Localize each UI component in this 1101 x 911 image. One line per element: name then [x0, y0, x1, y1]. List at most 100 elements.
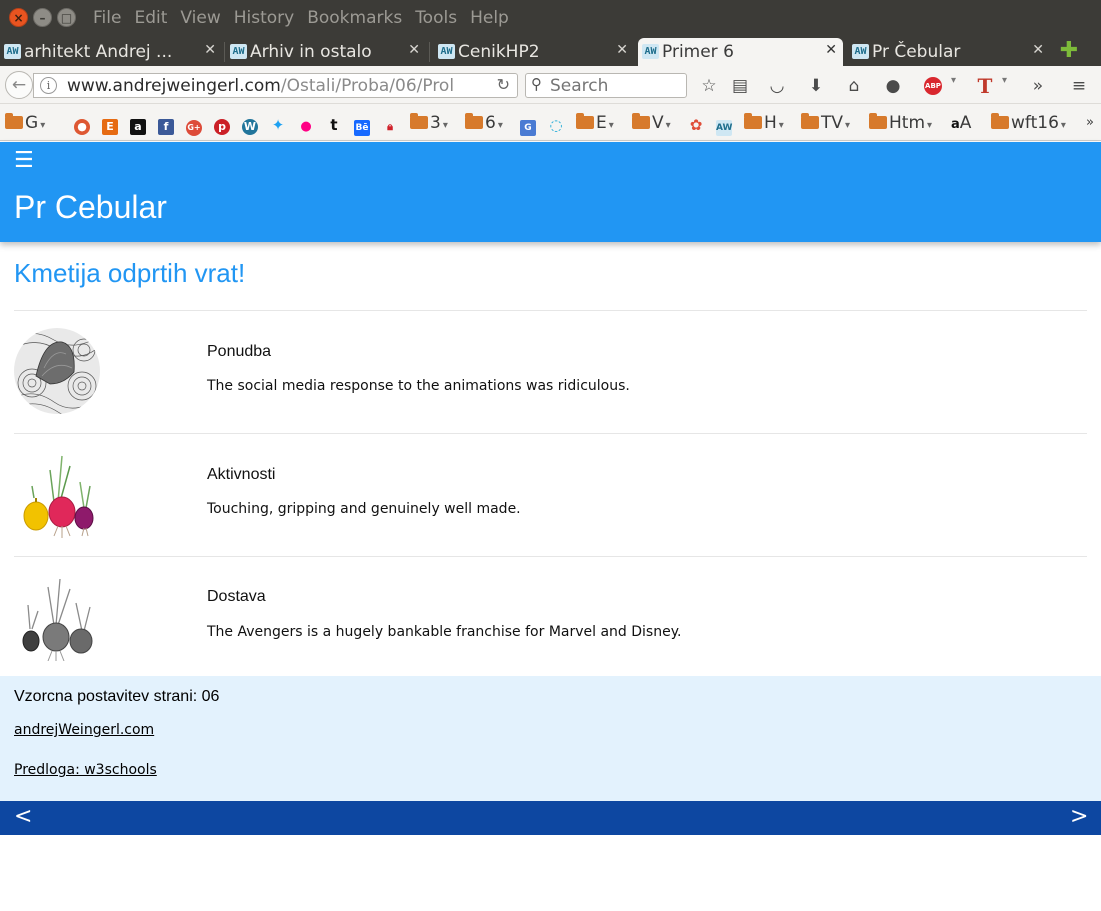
bookmark-folder-3[interactable]: 3 ▾	[410, 113, 448, 133]
pocket-icon[interactable]: ◡	[766, 75, 788, 97]
home-icon[interactable]: ⌂	[843, 75, 865, 97]
bookmark-label: Htm	[889, 113, 926, 133]
tab-separator	[429, 42, 430, 62]
menu-edit[interactable]: Edit	[134, 8, 167, 28]
item-text: The social media response to the animati…	[207, 378, 630, 394]
bookmark-folder-6[interactable]: 6 ▾	[465, 113, 503, 133]
menu-help[interactable]: Help	[470, 8, 509, 28]
translate-t-icon[interactable]: T	[974, 75, 996, 97]
item-title: Ponudba	[207, 343, 272, 360]
menu-view[interactable]: View	[180, 8, 220, 28]
bookmark-facebook[interactable]: f	[158, 113, 174, 135]
window-minimize-button[interactable]: –	[33, 8, 52, 27]
site-title: Pr Cebular	[14, 189, 167, 225]
bookmark-folder-tv[interactable]: TV ▾	[801, 113, 850, 133]
search-icon: ⚲	[531, 75, 542, 93]
bookmark-pinterest[interactable]: p	[214, 113, 230, 135]
page-footer: Vzorcna postavitev strani: 06 andrejWein…	[0, 676, 1101, 801]
search-input[interactable]	[550, 75, 680, 96]
bookmark-behance[interactable]: Bē	[354, 113, 370, 136]
tab-close-icon[interactable]: ✕	[616, 42, 628, 58]
window-close-button[interactable]: ×	[9, 8, 28, 27]
bookmark-star-icon[interactable]: ☆	[698, 75, 720, 97]
translate-icon: G	[520, 120, 536, 136]
bookmark-amazon[interactable]: a	[130, 113, 146, 135]
tab-arhiv[interactable]: AW Arhiv in ostalo ✕	[226, 38, 426, 66]
bookmark-google-plus[interactable]: G+	[186, 113, 202, 136]
folder-icon	[869, 113, 887, 129]
onions-color-image	[23, 455, 94, 538]
next-arrow-button[interactable]: >	[1070, 804, 1088, 829]
chevron-down-icon: ▾	[845, 120, 851, 131]
bookmark-folder-h[interactable]: H ▾	[744, 113, 784, 133]
onions-gray-image	[22, 578, 93, 661]
chevron-down-icon[interactable]: ▾	[1002, 75, 1007, 86]
tab-close-icon[interactable]: ✕	[204, 42, 216, 58]
menu-history[interactable]: History	[234, 8, 294, 28]
bookmark-folder-wft16[interactable]: wft16 ▾	[991, 113, 1066, 133]
page-headline: Kmetija odprtih vrat!	[14, 258, 246, 288]
bookmark-circle[interactable]: ◌	[548, 113, 564, 133]
bookmark-twitter[interactable]: ✦	[270, 113, 286, 133]
footer-link-site[interactable]: andrejWeingerl.com	[14, 722, 154, 738]
reload-icon[interactable]: ↻	[497, 75, 510, 94]
bookmark-lock[interactable]: 🔒︎	[382, 113, 398, 133]
chevron-down-icon: ▾	[665, 120, 671, 131]
back-arrow-icon[interactable]: ←	[5, 71, 33, 99]
bookmark-picasa[interactable]: ✿	[688, 113, 704, 133]
tab-label: Arhiv in ostalo	[250, 42, 372, 62]
prev-arrow-button[interactable]: <	[14, 804, 32, 829]
bookmark-folder-e[interactable]: E ▾	[576, 113, 614, 133]
new-tab-plus-icon[interactable]: ✚	[1057, 40, 1081, 64]
bookmark-e[interactable]: E	[102, 113, 118, 135]
bookmark-tumblr[interactable]: t	[326, 113, 342, 133]
overflow-chevron-icon[interactable]: »	[1027, 75, 1049, 97]
tab-arhitekt[interactable]: AW arhitekt Andrej ... ✕	[0, 38, 222, 66]
divider	[14, 433, 1087, 434]
bookmark-aw[interactable]: AW	[716, 113, 733, 136]
tab-pr-cebular[interactable]: AW Pr Čebular ✕	[848, 38, 1050, 66]
bookmarks-overflow-icon[interactable]: »	[1086, 113, 1094, 133]
divider	[14, 556, 1087, 557]
bookmark-folder-v[interactable]: V ▾	[632, 113, 671, 133]
bookmark-label: TV	[821, 113, 844, 133]
tab-cenik[interactable]: AW CenikHP2 ✕	[434, 38, 634, 66]
url-bar[interactable]: i www.andrejweingerl.com/Ostali/Proba/06…	[33, 73, 518, 98]
bookmark-wordpress[interactable]: W	[242, 113, 258, 135]
folder-icon	[5, 113, 23, 129]
bookmark-label: wft16	[1011, 113, 1059, 133]
duckduckgo-icon: ●	[74, 119, 90, 135]
tab-close-icon[interactable]: ✕	[408, 42, 420, 58]
chat-icon[interactable]: ●	[882, 75, 904, 97]
hamburger-menu-icon[interactable]: ≡	[1068, 75, 1090, 97]
bookmark-duckduckgo[interactable]: ●	[74, 113, 90, 135]
page-menu-icon[interactable]: ☰	[14, 148, 34, 173]
bookmark-folder-htm[interactable]: Htm ▾	[869, 113, 932, 133]
tab-close-icon[interactable]: ✕	[825, 42, 837, 58]
search-bar[interactable]: ⚲	[525, 73, 687, 98]
tab-close-icon[interactable]: ✕	[1032, 42, 1044, 58]
bookmark-flickr[interactable]: ●	[298, 113, 314, 134]
menu-bookmarks[interactable]: Bookmarks	[307, 8, 402, 28]
web-page: ☰ Pr Cebular Kmetija odprtih vrat! Ponud…	[0, 142, 1101, 911]
info-icon[interactable]: i	[40, 77, 57, 94]
chevron-down-icon: ▾	[40, 120, 46, 131]
tumblr-icon: t	[330, 116, 338, 134]
url-text[interactable]: www.andrejweingerl.com/Ostali/Proba/06/P…	[67, 76, 487, 96]
download-arrow-icon[interactable]: ⬇	[805, 75, 827, 97]
reader-list-icon[interactable]: ▤	[729, 75, 751, 97]
window-maximize-button[interactable]: □	[57, 8, 76, 27]
bookmark-amazon-a[interactable]: aA	[951, 113, 971, 133]
chevron-down-icon[interactable]: ▾	[951, 75, 956, 86]
chevron-down-icon: ▾	[927, 120, 933, 131]
bookmark-label: A	[959, 113, 972, 133]
menu-tools[interactable]: Tools	[415, 8, 457, 28]
circle-c-icon: ◌	[549, 116, 563, 134]
adblock-icon[interactable]: ABP	[924, 77, 942, 95]
tab-primer6[interactable]: AW Primer 6 ✕	[638, 38, 843, 66]
bookmark-translate[interactable]: G	[520, 113, 536, 136]
footer-link-template[interactable]: Predloga: w3schools	[14, 762, 157, 778]
bookmark-folder-g[interactable]: G ▾	[5, 113, 45, 133]
menu-file[interactable]: File	[93, 8, 121, 28]
footer-title: Vzorcna postavitev strani: 06	[14, 688, 220, 705]
